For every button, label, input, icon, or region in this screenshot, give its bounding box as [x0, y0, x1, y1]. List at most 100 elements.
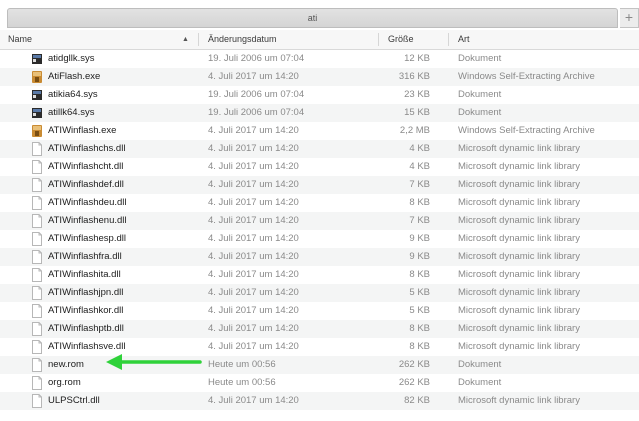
file-name: ATIWinflashkor.dll [48, 305, 124, 316]
file-row[interactable]: ULPSCtrl.dll 4. Juli 2017 um 14:20 82 KB Mi… [0, 392, 639, 410]
column-divider[interactable] [378, 33, 379, 46]
file-row[interactable]: ATIWinflashfra.dll 4. Juli 2017 um 14:20 9… [0, 248, 639, 266]
file-row[interactable]: ATIWinflashcht.dll 4. Juli 2017 um 14:20 4… [0, 158, 639, 176]
document-icon [31, 358, 43, 372]
file-modified-date: 4. Juli 2017 um 14:20 [208, 161, 299, 172]
file-row[interactable]: ATIWinflashita.dll 4. Juli 2017 um 14:20 8… [0, 266, 639, 284]
file-row[interactable]: atidgllk.sys 19. Juli 2006 um 07:04 12 KB D… [0, 50, 639, 68]
file-modified-date: 4. Juli 2017 um 14:20 [208, 305, 299, 316]
file-name: ATIWinflashptb.dll [48, 323, 124, 334]
file-row[interactable]: ATIWinflashesp.dll 4. Juli 2017 um 14:20 9… [0, 230, 639, 248]
file-modified-date: 19. Juli 2006 um 07:04 [208, 89, 305, 100]
file-modified-date: 4. Juli 2017 um 14:20 [208, 251, 299, 262]
file-size: 4 KB [409, 161, 430, 172]
file-size: 5 KB [409, 305, 430, 316]
file-size: 2,2 MB [399, 125, 430, 136]
file-row[interactable]: org.rom Heute um 00:56 262 KB Dokument [0, 374, 639, 392]
file-size: 8 KB [409, 269, 430, 280]
column-divider[interactable] [198, 33, 199, 46]
file-size: 82 KB [404, 395, 430, 406]
add-tab-button[interactable]: + [620, 8, 639, 28]
tab-bar: ati + [0, 0, 639, 30]
file-modified-date: 4. Juli 2017 um 14:20 [208, 197, 299, 208]
document-icon [31, 286, 43, 300]
file-size: 262 KB [398, 377, 430, 388]
file-modified-date: Heute um 00:56 [208, 359, 276, 370]
file-name: ATIWinflashenu.dll [48, 215, 127, 226]
file-kind: Windows Self-Extracting Archive [458, 125, 595, 136]
file-row[interactable]: ATIWinflashdef.dll 4. Juli 2017 um 14:20 7… [0, 176, 639, 194]
file-row[interactable]: ATIWinflash.exe 4. Juli 2017 um 14:20 2,2 … [0, 122, 639, 140]
document-icon [31, 214, 43, 228]
file-kind: Microsoft dynamic link library [458, 323, 580, 334]
file-name: ATIWinflash.exe [48, 125, 117, 136]
file-size: 8 KB [409, 197, 430, 208]
file-kind: Microsoft dynamic link library [458, 287, 580, 298]
system-file-icon [31, 52, 43, 66]
file-modified-date: Heute um 00:56 [208, 377, 276, 388]
file-name: ULPSCtrl.dll [48, 395, 100, 406]
column-kind-header[interactable]: Art [458, 30, 470, 49]
file-size: 4 KB [409, 143, 430, 154]
file-size: 9 KB [409, 233, 430, 244]
file-size: 5 KB [409, 287, 430, 298]
file-row[interactable]: atikia64.sys 19. Juli 2006 um 07:04 23 KB D… [0, 86, 639, 104]
document-icon [31, 340, 43, 354]
file-name: org.rom [48, 377, 81, 388]
file-row[interactable]: ATIWinflashdeu.dll 4. Juli 2017 um 14:20 8… [0, 194, 639, 212]
file-row[interactable]: ATIWinflashptb.dll 4. Juli 2017 um 14:20 8… [0, 320, 639, 338]
column-divider[interactable] [448, 33, 449, 46]
file-kind: Microsoft dynamic link library [458, 161, 580, 172]
archive-exe-icon [31, 124, 43, 138]
file-kind: Dokument [458, 53, 502, 64]
column-date-header[interactable]: Änderungsdatum [208, 30, 277, 49]
file-row[interactable]: ATIWinflashchs.dll 4. Juli 2017 um 14:20 4… [0, 140, 639, 158]
file-name: ATIWinflashdef.dll [48, 179, 124, 190]
file-size: 8 KB [409, 341, 430, 352]
file-modified-date: 19. Juli 2006 um 07:04 [208, 53, 305, 64]
column-size-header[interactable]: Größe [388, 30, 414, 49]
file-kind: Dokument [458, 377, 502, 388]
file-modified-date: 4. Juli 2017 um 14:20 [208, 341, 299, 352]
file-kind: Microsoft dynamic link library [458, 215, 580, 226]
file-row[interactable]: AtiFlash.exe 4. Juli 2017 um 14:20 316 KB W… [0, 68, 639, 86]
file-kind: Dokument [458, 107, 502, 118]
file-name: ATIWinflashfra.dll [48, 251, 122, 262]
document-icon [31, 196, 43, 210]
file-modified-date: 4. Juli 2017 um 14:20 [208, 143, 299, 154]
file-kind: Microsoft dynamic link library [458, 269, 580, 280]
file-row[interactable]: atillk64.sys 19. Juli 2006 um 07:04 15 KB D… [0, 104, 639, 122]
file-name: ATIWinflashdeu.dll [48, 197, 127, 208]
file-size: 9 KB [409, 251, 430, 262]
file-name: atikia64.sys [48, 89, 98, 100]
file-size: 8 KB [409, 323, 430, 334]
document-icon [31, 322, 43, 336]
file-kind: Dokument [458, 89, 502, 100]
file-name: atidgllk.sys [48, 53, 95, 64]
file-name: ATIWinflashchs.dll [48, 143, 126, 154]
tab-ati[interactable]: ati [7, 8, 618, 28]
file-row[interactable]: ATIWinflashjpn.dll 4. Juli 2017 um 14:20 5… [0, 284, 639, 302]
file-modified-date: 4. Juli 2017 um 14:20 [208, 395, 299, 406]
file-size: 15 KB [404, 107, 430, 118]
file-row[interactable]: new.rom Heute um 00:56 262 KB Dokument [0, 356, 639, 374]
file-modified-date: 19. Juli 2006 um 07:04 [208, 107, 305, 118]
file-kind: Microsoft dynamic link library [458, 143, 580, 154]
file-list: atidgllk.sys 19. Juli 2006 um 07:04 12 KB D… [0, 50, 639, 421]
file-size: 23 KB [404, 89, 430, 100]
document-icon [31, 160, 43, 174]
file-modified-date: 4. Juli 2017 um 14:20 [208, 323, 299, 334]
file-modified-date: 4. Juli 2017 um 14:20 [208, 125, 299, 136]
file-kind: Microsoft dynamic link library [458, 233, 580, 244]
file-name: ATIWinflashcht.dll [48, 161, 124, 172]
column-header: Name ▲ Änderungsdatum Größe Art [0, 30, 639, 50]
system-file-icon [31, 106, 43, 120]
system-file-icon [31, 88, 43, 102]
file-row[interactable]: ATIWinflashkor.dll 4. Juli 2017 um 14:20 5… [0, 302, 639, 320]
file-row[interactable]: ATIWinflashsve.dll 4. Juli 2017 um 14:20 8… [0, 338, 639, 356]
file-name: atillk64.sys [48, 107, 95, 118]
sort-ascending-icon[interactable]: ▲ [182, 30, 189, 49]
column-name-header[interactable]: Name [8, 30, 32, 49]
file-modified-date: 4. Juli 2017 um 14:20 [208, 287, 299, 298]
file-row[interactable]: ATIWinflashenu.dll 4. Juli 2017 um 14:20 7… [0, 212, 639, 230]
